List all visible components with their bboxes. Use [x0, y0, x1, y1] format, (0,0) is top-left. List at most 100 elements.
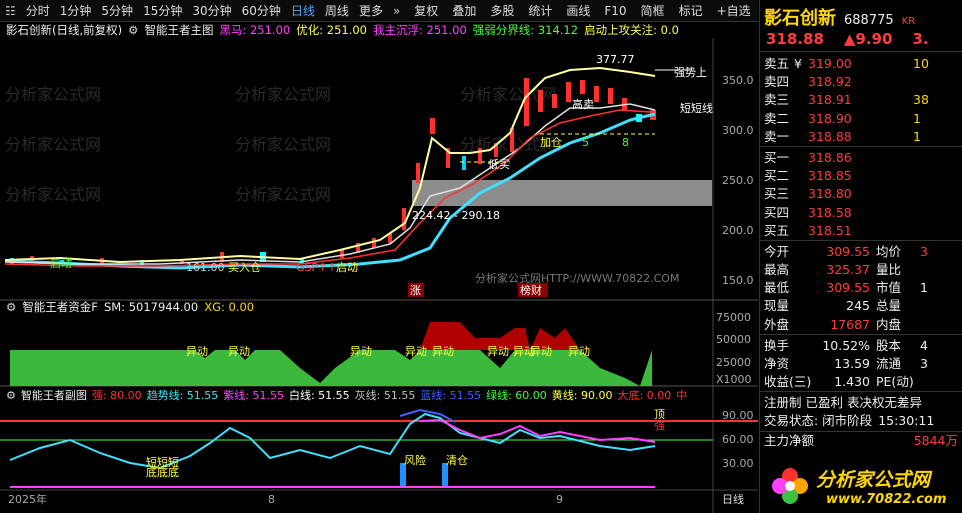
yidong-label: 异动	[487, 345, 509, 358]
time-mode[interactable]: 日线	[722, 492, 744, 506]
sub-item-trend: 趋势线: 51.55	[146, 389, 219, 402]
watermark-text: 分析家公式网	[235, 185, 331, 204]
quote-title: 影石创新 688775 KR	[760, 0, 962, 30]
last-price: 318.88	[766, 30, 824, 48]
watermark-text: 分析家公式网	[5, 135, 101, 154]
n8-label: 8	[622, 136, 629, 149]
quote-panel: 影石创新 688775 KR 318.88 ▲9.90 3. 卖五 ¥319.00…	[759, 0, 962, 513]
chevron-right-icon[interactable]: »	[388, 4, 405, 18]
action-fuquan[interactable]: 复权	[409, 0, 443, 22]
tab-period-4[interactable]: 30分钟	[187, 0, 236, 22]
price-tick-150: 150.0	[722, 274, 754, 287]
sub-tick-60: 60.00	[722, 433, 754, 446]
add-label: 加仓	[540, 135, 562, 149]
logo-url: www.70822.com	[826, 491, 947, 507]
bid-row: 买四 318.58	[764, 204, 852, 220]
main-indicator-name[interactable]: 智能王者主图	[144, 22, 213, 38]
yidong-label: 异动	[432, 345, 454, 358]
stats-block: 今开 309.55 均价 3 最高 325.37 量比 最低 309.55 市值 1 现量 245…	[760, 241, 962, 335]
tab-period-more[interactable]: 更多	[354, 0, 388, 22]
fund-xg: XG: 0.00	[204, 300, 255, 314]
high-label: 377.77	[596, 53, 635, 66]
short-label: 短短线	[680, 101, 713, 115]
status-row: 交易状态: 闭市阶段 15:30:11	[760, 412, 962, 433]
sub-item-blue: 蓝线: 51.55	[420, 389, 482, 402]
tab-period-0[interactable]: 分时	[21, 0, 55, 22]
start-label-2: 启动	[336, 261, 358, 274]
tab-period-3[interactable]: 15分钟	[138, 0, 187, 22]
price-tick-350: 350.0	[722, 74, 754, 87]
net-row: 主力净额 5844万	[764, 433, 958, 449]
chart-canvas[interactable]: 分析家公式网 分析家公式网 分析家公式网 分析家公式网 分析家公式网 分析家公式…	[0, 38, 758, 513]
tab-period-2[interactable]: 5分钟	[96, 0, 138, 22]
ask-row: 卖五 ¥319.00 10	[764, 56, 929, 71]
yidong-label: 异动	[530, 345, 552, 358]
action-add-watchlist[interactable]: +自选	[712, 0, 756, 22]
stock-name: 影石创新	[764, 8, 836, 29]
n5-label: 5	[582, 136, 589, 149]
logo: 分析家公式网 www.70822.com	[760, 458, 962, 513]
zhang-badge: 涨	[410, 284, 421, 297]
tab-period-7[interactable]: 周线	[320, 0, 354, 22]
action-duogu[interactable]: 多股	[485, 0, 519, 22]
logo-text: 分析家公式网	[816, 468, 931, 491]
stock-title: 影石创新(日线,前复权)	[6, 23, 123, 37]
fund-green-area	[10, 350, 652, 386]
price-row: 318.88 ▲9.90 3.	[760, 30, 962, 52]
gear-icon[interactable]: ⚙	[6, 388, 16, 404]
action-tongji[interactable]: 统计	[523, 0, 557, 22]
kr-badge: KR	[901, 16, 916, 27]
pressure-zone	[412, 180, 712, 206]
sub-tick-30: 30.00	[722, 457, 754, 470]
sub-indicator-name[interactable]: 智能王者副图	[21, 388, 87, 404]
fund-header: ⚙ 智能王者资金F SM: 5017944.00 XG: 0.00	[0, 299, 254, 315]
tab-period-5[interactable]: 60分钟	[237, 0, 286, 22]
action-biaoji[interactable]: 标记	[674, 0, 708, 22]
action-huaxian[interactable]: 画线	[561, 0, 595, 22]
strong-label: 强势上	[674, 66, 707, 79]
gear-icon[interactable]: ⚙	[6, 299, 16, 315]
time-year: 2025年	[8, 492, 47, 506]
yidong-label: 异动	[568, 345, 590, 358]
action-jiankuang[interactable]: 简框	[636, 0, 670, 22]
main-item-qiangruo: 强弱分界线: 314.12	[472, 23, 579, 37]
yidong-label: 异动	[228, 345, 250, 358]
bid-row: 买二 318.85	[764, 168, 852, 184]
yidong-label: 异动	[186, 345, 208, 358]
stat-row: 最高 325.37 量比	[764, 262, 902, 278]
lowbuy-label: 低买	[488, 158, 510, 171]
price-tick-300: 300.0	[722, 124, 754, 137]
sub-purple-line	[419, 418, 656, 443]
action-f10[interactable]: F10	[599, 0, 631, 22]
sub-item-green: 绿线: 60.00	[486, 389, 547, 402]
buyadd-label: 买入仓	[228, 260, 261, 274]
sub-item-white: 白线: 51.55	[288, 389, 350, 402]
gsp-label: GSP↑↑	[296, 261, 337, 274]
sub-item-purple: 紫线: 51.55	[223, 389, 284, 402]
stat-row: 最低 309.55 市值 1	[764, 280, 928, 296]
stat-row: 今开 309.55 均价 3	[764, 243, 928, 259]
action-diejia[interactable]: 叠加	[447, 0, 481, 22]
main-item-heima: 黑马: 251.00	[219, 23, 291, 37]
stat2-row: 净资 13.59 流通 3	[764, 356, 928, 371]
grid-icon[interactable]: ☷	[0, 4, 21, 18]
sub-item-gray: 灰线: 51.55	[354, 389, 416, 402]
fund-indicator-name[interactable]: 智能王者资金F	[22, 299, 98, 315]
bang-badge: 榜财	[520, 283, 542, 297]
sub-item-dadi: 大底: 0.00	[617, 389, 672, 402]
stat2-row: 换手 10.52% 股本 4	[764, 337, 928, 353]
toolbar: ☷ 分时 1分钟 5分钟 15分钟 30分钟 60分钟 日线 周线 更多 » 复…	[0, 0, 789, 22]
sub-header: ⚙ 智能王者副图 强: 80.00 趋势线: 51.55 紫线: 51.55 白…	[0, 388, 687, 404]
tab-period-daily[interactable]: 日线	[286, 0, 320, 22]
bid-row: 买一 318.86	[764, 149, 852, 165]
watermark-text: 分析家公式网	[5, 85, 101, 104]
time-month-8: 8	[268, 493, 275, 506]
di-label: 底底底	[146, 465, 179, 479]
low-label: 161.00	[186, 261, 225, 274]
ask-row: 卖二 318.90 1	[764, 110, 921, 126]
gear-icon[interactable]: ⚙	[128, 22, 138, 38]
stats2-block: 换手 10.52% 股本 4 净资 13.59 流通 3 收益(三) 1.430 PE(动)	[760, 335, 962, 393]
ask-row: 卖一 318.88 1	[764, 128, 921, 144]
tab-period-1[interactable]: 1分钟	[55, 0, 97, 22]
flower-logo-icon	[772, 467, 808, 504]
